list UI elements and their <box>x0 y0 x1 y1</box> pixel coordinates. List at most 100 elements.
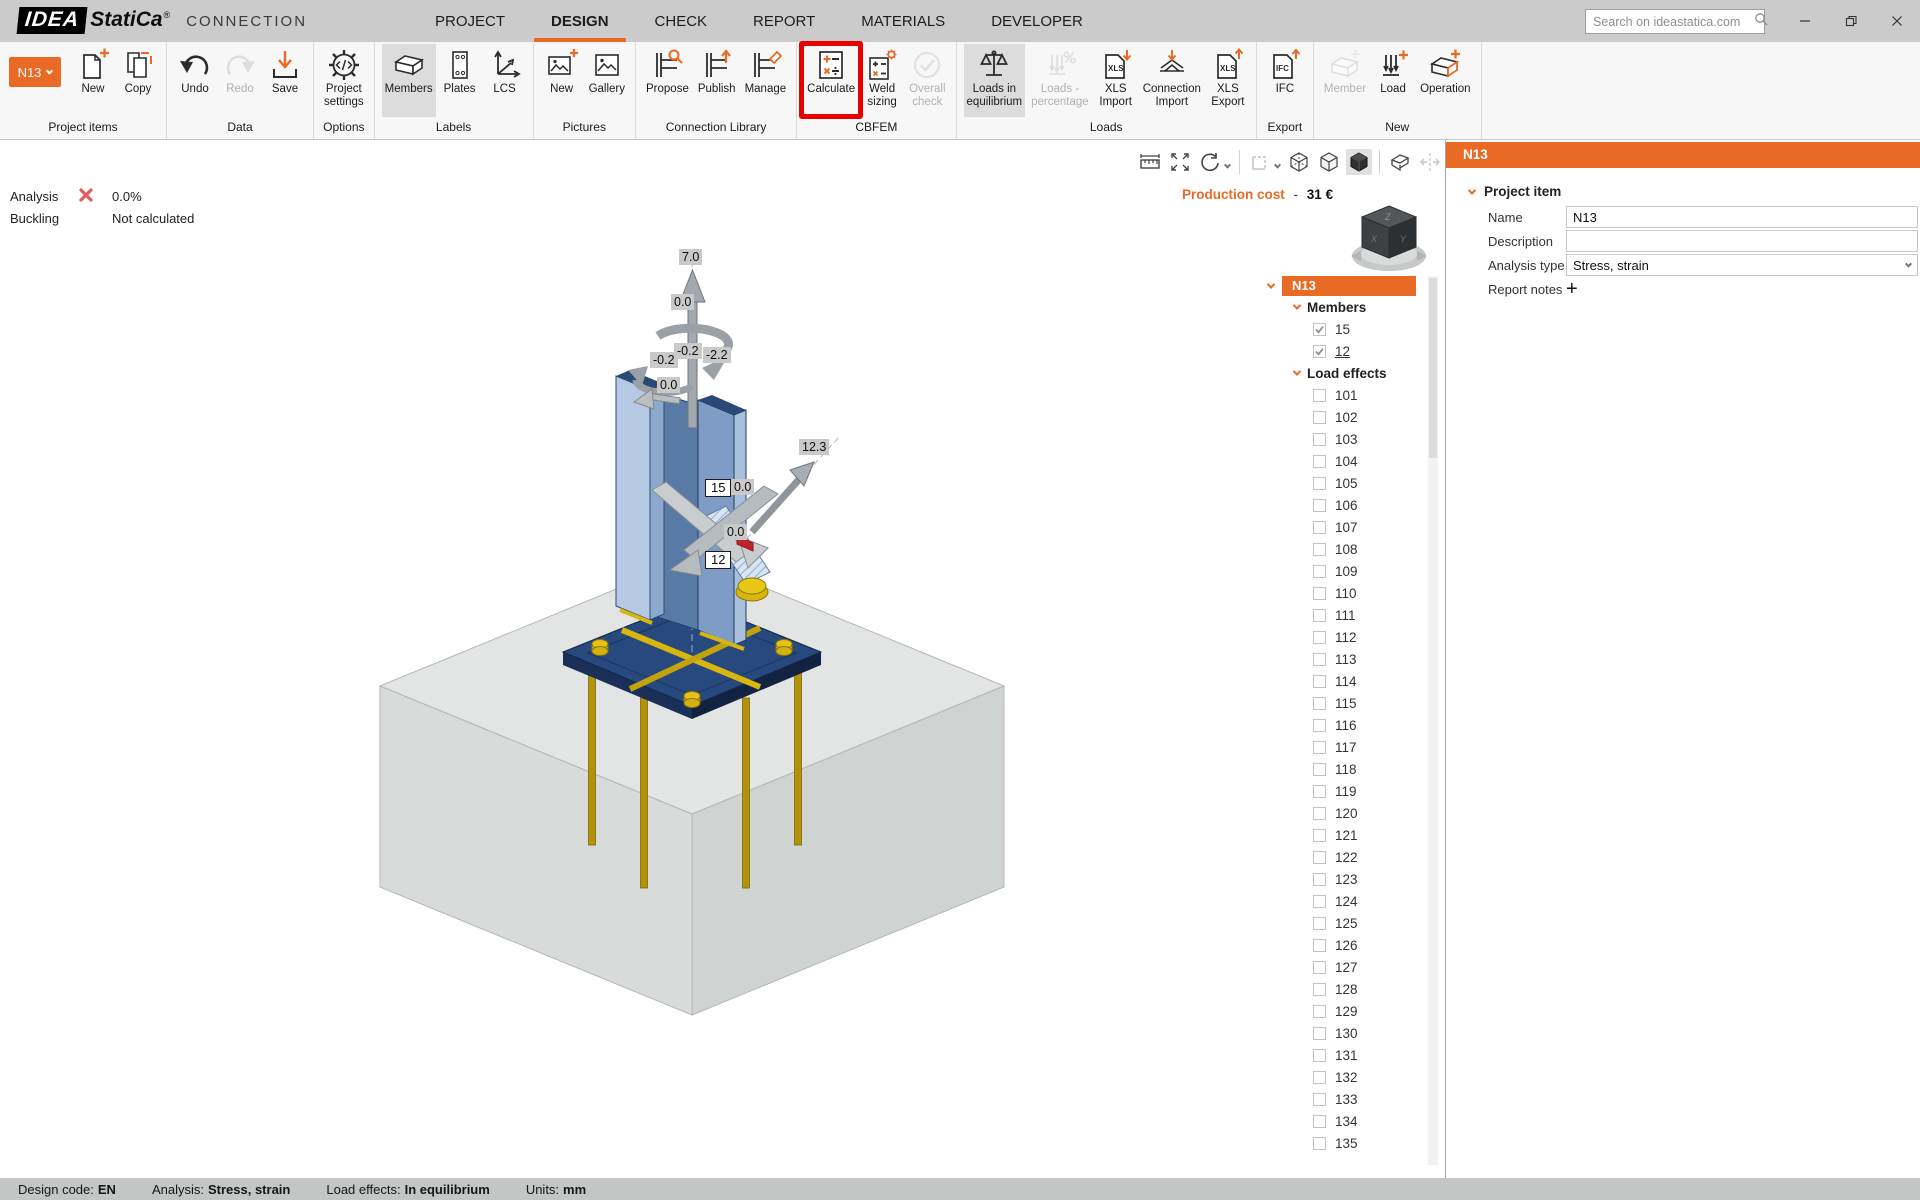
menu-tab-design[interactable]: DESIGN <box>528 0 632 42</box>
unchecked-checkbox[interactable] <box>1313 917 1326 930</box>
tree-item-115[interactable]: 115 <box>1268 692 1440 714</box>
unchecked-checkbox[interactable] <box>1313 719 1326 732</box>
name-field[interactable] <box>1566 206 1918 228</box>
search-input[interactable] <box>1593 15 1754 29</box>
add-report-note-button[interactable]: + <box>1566 278 1588 301</box>
unchecked-checkbox[interactable] <box>1313 477 1326 490</box>
xls-import-button[interactable]: XLSXLSImport <box>1095 44 1137 117</box>
unchecked-checkbox[interactable] <box>1313 873 1326 886</box>
clip-icon[interactable] <box>1387 149 1413 175</box>
unchecked-checkbox[interactable] <box>1313 543 1326 556</box>
chevron-down-icon[interactable] <box>1267 280 1275 288</box>
view-cube[interactable]: Z X Y <box>1350 200 1428 279</box>
fit-icon[interactable] <box>1167 149 1193 175</box>
unchecked-checkbox[interactable] <box>1313 1137 1326 1150</box>
cube-solid-icon[interactable] <box>1346 149 1372 175</box>
menu-tab-materials[interactable]: MATERIALS <box>838 0 968 42</box>
unchecked-checkbox[interactable] <box>1313 895 1326 908</box>
tree-item-104[interactable]: 104 <box>1268 450 1440 472</box>
tree-item-120[interactable]: 120 <box>1268 802 1440 824</box>
tree-item-132[interactable]: 132 <box>1268 1066 1440 1088</box>
tree-item-128[interactable]: 128 <box>1268 978 1440 1000</box>
loads-in-equilibrium-button[interactable]: Loads inequilibrium <box>964 44 1026 117</box>
menu-tab-developer[interactable]: DEVELOPER <box>968 0 1106 42</box>
unchecked-checkbox[interactable] <box>1313 741 1326 754</box>
project-item-selector[interactable]: N13 <box>9 57 61 87</box>
unchecked-checkbox[interactable] <box>1313 455 1326 468</box>
weld-sizing-button[interactable]: Weldsizing <box>861 44 903 117</box>
rotate-icon[interactable] <box>1197 149 1223 175</box>
checked-checkbox[interactable] <box>1313 323 1326 336</box>
menu-tab-project[interactable]: PROJECT <box>412 0 528 42</box>
new-button[interactable]: New <box>541 44 583 117</box>
unchecked-checkbox[interactable] <box>1313 851 1326 864</box>
tree-item-133[interactable]: 133 <box>1268 1088 1440 1110</box>
tree-section-members[interactable]: Members <box>1268 296 1440 318</box>
search-box[interactable] <box>1585 9 1765 34</box>
tree-item-109[interactable]: 109 <box>1268 560 1440 582</box>
unchecked-checkbox[interactable] <box>1313 675 1326 688</box>
viewport-3d[interactable]: Analysis 0.0% Buckling Not calculated Pr… <box>0 140 1445 1178</box>
tree-item-110[interactable]: 110 <box>1268 582 1440 604</box>
unchecked-checkbox[interactable] <box>1313 521 1326 534</box>
unchecked-checkbox[interactable] <box>1313 631 1326 644</box>
tree-item-15[interactable]: 15 <box>1268 318 1440 340</box>
tree-item-12[interactable]: 12 <box>1268 340 1440 362</box>
unchecked-checkbox[interactable] <box>1313 829 1326 842</box>
unchecked-checkbox[interactable] <box>1313 785 1326 798</box>
tree-item-124[interactable]: 124 <box>1268 890 1440 912</box>
tree-item-123[interactable]: 123 <box>1268 868 1440 890</box>
tree-section-load-effects[interactable]: Load effects <box>1268 362 1440 384</box>
ruler-icon[interactable] <box>1137 149 1163 175</box>
tree-item-103[interactable]: 103 <box>1268 428 1440 450</box>
unchecked-checkbox[interactable] <box>1313 807 1326 820</box>
gallery-button[interactable]: Gallery <box>586 44 628 117</box>
unchecked-checkbox[interactable] <box>1313 1115 1326 1128</box>
maximize-button[interactable] <box>1828 0 1874 42</box>
tree-item-101[interactable]: 101 <box>1268 384 1440 406</box>
unchecked-checkbox[interactable] <box>1313 1071 1326 1084</box>
tree-item-111[interactable]: 111 <box>1268 604 1440 626</box>
unchecked-checkbox[interactable] <box>1313 1093 1326 1106</box>
copy-button[interactable]: Copy <box>117 44 159 117</box>
tree-scrollbar[interactable] <box>1428 276 1438 1165</box>
cube-hidden-icon[interactable] <box>1316 149 1342 175</box>
unchecked-checkbox[interactable] <box>1313 565 1326 578</box>
tree-item-114[interactable]: 114 <box>1268 670 1440 692</box>
propose-button[interactable]: Propose <box>643 44 692 117</box>
members-button[interactable]: Members <box>382 44 436 117</box>
tree-item-106[interactable]: 106 <box>1268 494 1440 516</box>
unchecked-checkbox[interactable] <box>1313 1027 1326 1040</box>
plates-button[interactable]: Plates <box>439 44 481 117</box>
unchecked-checkbox[interactable] <box>1313 1049 1326 1062</box>
tree-item-116[interactable]: 116 <box>1268 714 1440 736</box>
save-button[interactable]: Save <box>264 44 306 117</box>
xls-export-button[interactable]: XLSXLSExport <box>1207 44 1249 117</box>
unchecked-checkbox[interactable] <box>1313 411 1326 424</box>
unchecked-checkbox[interactable] <box>1313 983 1326 996</box>
connection-import-button[interactable]: ConnectionImport <box>1140 44 1204 117</box>
menu-tab-report[interactable]: REPORT <box>730 0 838 42</box>
tree-item-119[interactable]: 119 <box>1268 780 1440 802</box>
description-field[interactable] <box>1566 230 1918 252</box>
tree-scrollbar-thumb[interactable] <box>1429 278 1437 458</box>
new-button[interactable]: New <box>72 44 114 117</box>
tree-item-108[interactable]: 108 <box>1268 538 1440 560</box>
minimize-button[interactable] <box>1782 0 1828 42</box>
operation-button[interactable]: Operation <box>1417 44 1474 117</box>
chevron-down-icon[interactable] <box>1224 161 1231 168</box>
tree-item-105[interactable]: 105 <box>1268 472 1440 494</box>
menu-tab-check[interactable]: CHECK <box>632 0 731 42</box>
unchecked-checkbox[interactable] <box>1313 763 1326 776</box>
publish-button[interactable]: Publish <box>695 44 739 117</box>
unchecked-checkbox[interactable] <box>1313 499 1326 512</box>
tree-root-row[interactable]: N13 <box>1268 276 1440 296</box>
chevron-down-icon[interactable] <box>1293 367 1301 375</box>
tree-item-130[interactable]: 130 <box>1268 1022 1440 1044</box>
calculate-button[interactable]: Calculate <box>804 44 858 117</box>
unchecked-checkbox[interactable] <box>1313 389 1326 402</box>
manage-button[interactable]: Manage <box>742 44 790 117</box>
tree-item-131[interactable]: 131 <box>1268 1044 1440 1066</box>
tree-item-117[interactable]: 117 <box>1268 736 1440 758</box>
unchecked-checkbox[interactable] <box>1313 961 1326 974</box>
